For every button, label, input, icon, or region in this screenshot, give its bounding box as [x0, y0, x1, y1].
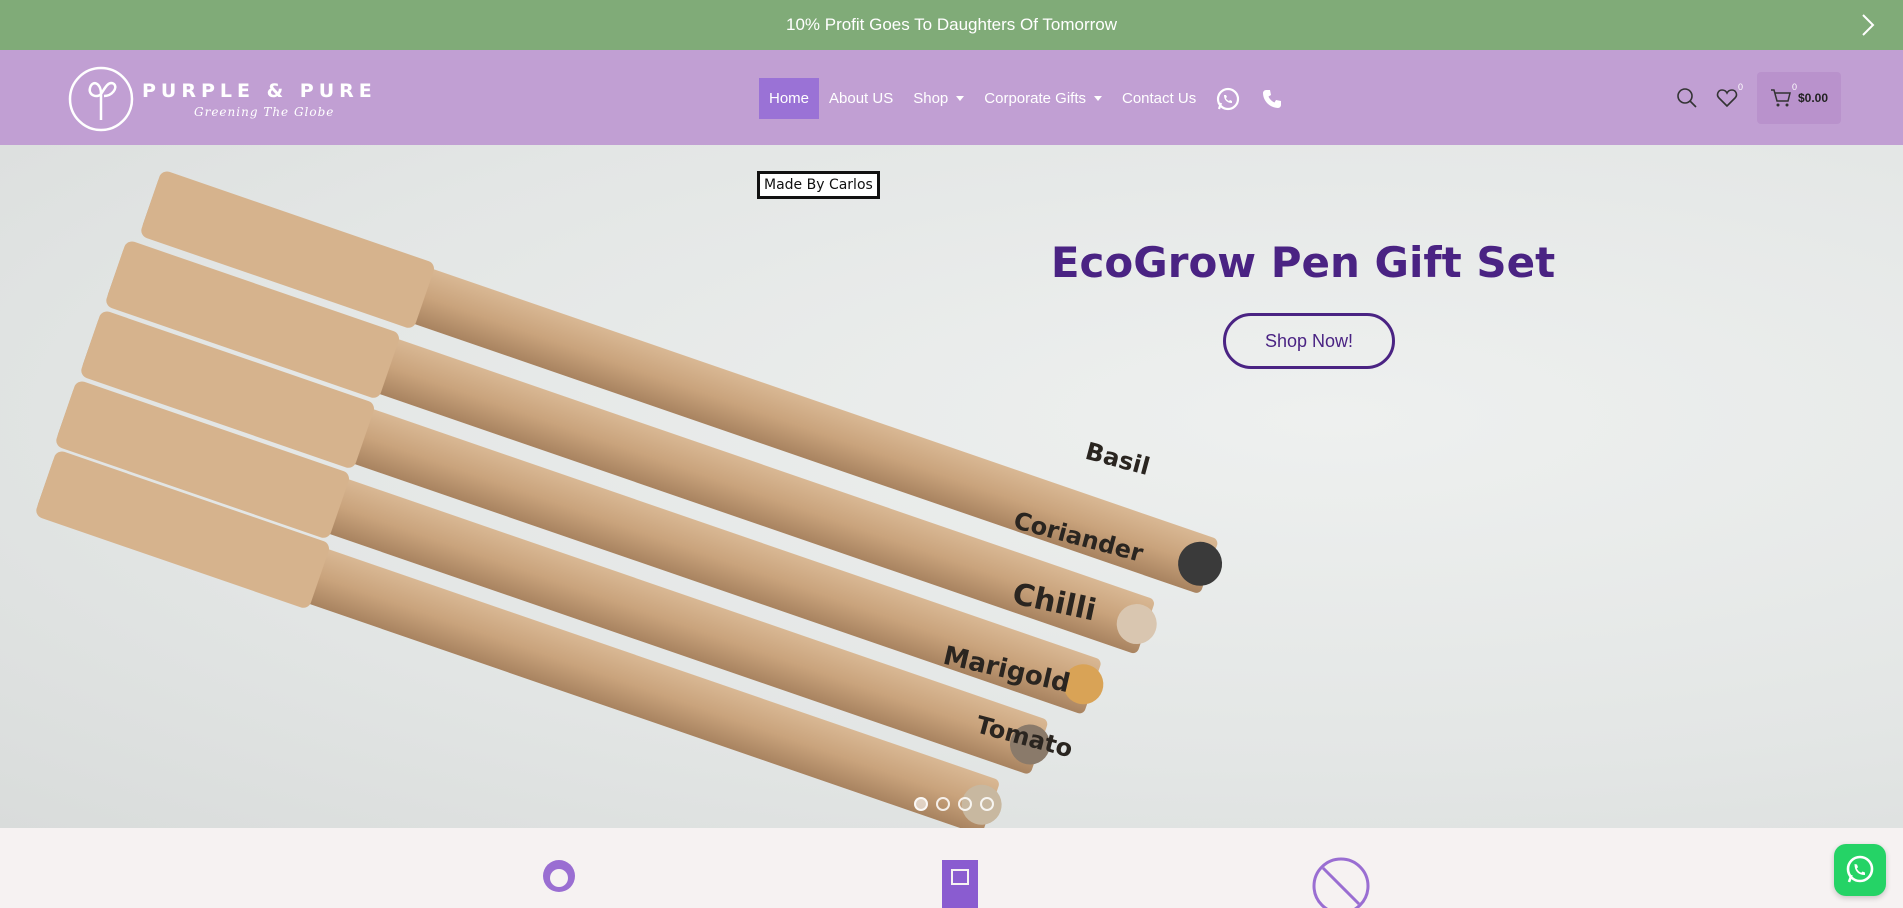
nav-about[interactable]: About US	[819, 78, 903, 119]
announcement-text: 10% Profit Goes To Daughters Of Tomorrow	[785, 15, 1118, 34]
slider-dot[interactable]	[936, 797, 950, 811]
site-header: PURPLE & PURE Greening The Globe Home Ab…	[0, 50, 1903, 145]
nav-home[interactable]: Home	[759, 78, 820, 119]
nav-corporate-gifts[interactable]: Corporate Gifts	[974, 78, 1112, 119]
no-plastic-icon	[1312, 857, 1370, 908]
whatsapp-chat-button[interactable]	[1834, 844, 1886, 896]
hero-title: EcoGrow Pen Gift Set	[1050, 238, 1556, 287]
cart-icon	[1770, 89, 1791, 107]
hero-image-seed-pens	[36, 171, 1223, 828]
cart-button[interactable]: 0 $0.00	[1757, 72, 1841, 124]
slider-dots	[914, 797, 994, 811]
main-nav: Home About US Shop Corporate Gifts Conta…	[759, 78, 1294, 119]
slider-dot[interactable]	[914, 797, 928, 811]
nav-label: Contact Us	[1122, 90, 1197, 107]
caret-down-icon	[956, 96, 965, 101]
shop-now-button[interactable]: Shop Now!	[1223, 313, 1395, 369]
caret-down-icon	[1094, 96, 1102, 101]
whatsapp-icon	[1846, 855, 1874, 883]
wishlist-count: 0	[1737, 82, 1743, 92]
nav-contact[interactable]: Contact Us	[1112, 78, 1206, 119]
cart-total: $0.00	[1797, 91, 1829, 105]
heart-icon	[1716, 89, 1738, 108]
chevron-right-icon[interactable]	[1855, 12, 1881, 38]
nav-label: About US	[829, 90, 894, 107]
gift-box-icon	[942, 860, 978, 908]
wishlist-button[interactable]: 0	[1707, 72, 1747, 124]
nav-label: Shop	[913, 90, 949, 107]
made-by-badge: Made By Carlos	[757, 171, 880, 199]
search-icon	[1677, 88, 1697, 108]
slider-dot[interactable]	[958, 797, 972, 811]
logo-tagline: Greening The Globe	[194, 105, 335, 119]
nav-label: Home	[769, 90, 810, 107]
search-button[interactable]	[1667, 72, 1707, 124]
logo-name: PURPLE & PURE	[142, 80, 377, 102]
announcement-bar: 10% Profit Goes To Daughters Of Tomorrow	[0, 0, 1903, 50]
logo[interactable]: PURPLE & PURE Greening The Globe	[68, 66, 377, 132]
whatsapp-icon[interactable]	[1214, 85, 1242, 113]
logo-mark-icon	[68, 66, 134, 132]
nav-shop[interactable]: Shop	[903, 78, 974, 119]
features-strip	[0, 828, 1903, 908]
phone-icon[interactable]	[1258, 85, 1286, 113]
nav-label: Corporate Gifts	[984, 90, 1086, 107]
woman-icon	[543, 860, 575, 892]
cart-count: 0	[1792, 82, 1798, 92]
hero-slider: Basil Coriander Chilli Marigold Tomato M…	[0, 145, 1903, 828]
slider-dot[interactable]	[980, 797, 994, 811]
